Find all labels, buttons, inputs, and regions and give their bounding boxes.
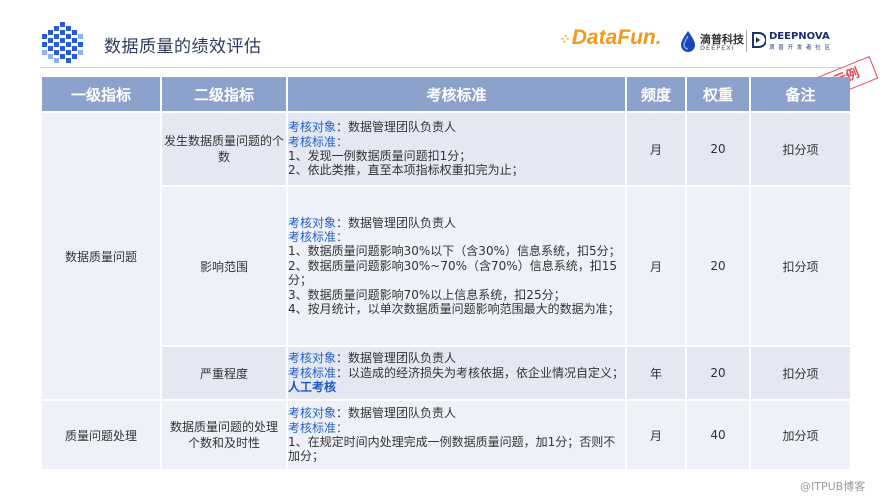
header-criteria: 考核标准 [288,77,625,111]
frequency-cell: 年 [627,347,685,399]
table-row: 影响范围 考核对象：数据管理团队负责人 考核标准： 1、数据质量问题影响30%以… [42,187,850,345]
weight-cell: 20 [687,113,749,185]
header-divider [40,67,852,68]
performance-table: 一级指标 二级指标 考核标准 频度 权重 备注 数据质量问题 发生数据质量问题的… [40,75,852,471]
level2-cell: 影响范围 [162,187,286,345]
criteria-cell: 考核对象：数据管理团队负责人 考核标准： 1、数据质量问题影响30%以下（含30… [288,187,625,345]
header-frequency: 频度 [627,77,685,111]
weight-cell: 40 [687,401,749,469]
deepnova-mark-icon [752,32,766,48]
remarks-cell: 扣分项 [751,347,850,399]
slide-header: 数据质量的绩效评估 ⁘DataFun. 滴普科技 DEEPEXI DEEPNOV… [0,0,890,70]
level2-cell: 发生数据质量问题的个数 [162,113,286,185]
frequency-cell: 月 [627,113,685,185]
header-level2: 二级指标 [162,77,286,111]
datafun-logo: ⁘DataFun. [558,26,662,49]
remarks-cell: 扣分项 [751,187,850,345]
table-row: 严重程度 考核对象：数据管理团队负责人 考核标准：以造成的经济损失为考核依据，依… [42,347,850,399]
criteria-cell: 考核对象：数据管理团队负责人 考核标准：以造成的经济损失为考核依据，依企业情况自… [288,347,625,399]
frequency-cell: 月 [627,401,685,469]
criteria-cell: 考核对象：数据管理团队负责人 考核标准： 1、发现一例数据质量问题扣1分； 2、… [288,113,625,185]
weight-cell: 20 [687,187,749,345]
brand-divider [746,30,747,52]
page-title: 数据质量的绩效评估 [104,37,262,57]
level1-cell: 数据质量问题 [42,113,160,399]
level1-cell: 质量问题处理 [42,401,160,469]
weight-cell: 20 [687,347,749,399]
header-remarks: 备注 [751,77,850,111]
table-row: 质量问题处理 数据质量问题的处理个数和及时性 考核对象：数据管理团队负责人 考核… [42,401,850,469]
remarks-cell: 加分项 [751,401,850,469]
source-watermark: @ITPUB博客 [800,480,866,493]
frequency-cell: 月 [627,187,685,345]
header-weight: 权重 [687,77,749,111]
criteria-cell: 考核对象：数据管理团队负责人 考核标准： 1、在规定时间内处理完成一例数据质量问… [288,401,625,469]
cube-cluster-logo-icon [42,22,83,63]
deepexi-drop-icon [681,31,695,52]
remarks-cell: 扣分项 [751,113,850,185]
header-level1: 一级指标 [42,77,160,111]
level2-cell: 数据质量问题的处理个数和及时性 [162,401,286,469]
table-row: 数据质量问题 发生数据质量问题的个数 考核对象：数据管理团队负责人 考核标准： … [42,113,850,399]
table-header-row: 一级指标 二级指标 考核标准 频度 权重 备注 [42,77,850,111]
level2-cell: 严重程度 [162,347,286,399]
